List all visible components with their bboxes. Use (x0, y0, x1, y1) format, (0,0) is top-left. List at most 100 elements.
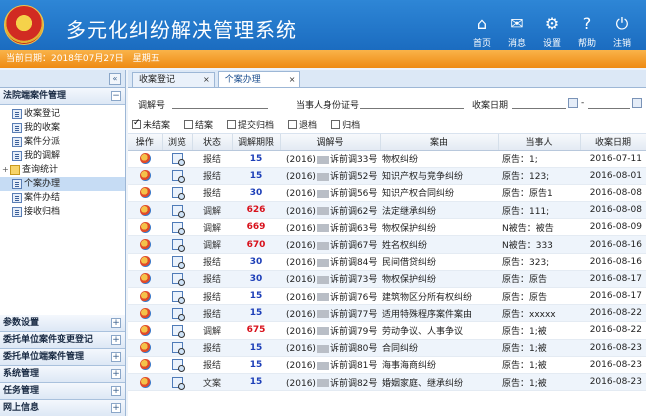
view-document-icon[interactable] (171, 376, 185, 390)
power-icon[interactable]: ⏻ (606, 14, 638, 34)
table-row[interactable]: 文案 15 (2016) 诉前调82号 婚姻家庭、继承纠纷 原告：1;被 2016-08-2… (128, 373, 646, 392)
party-id-input[interactable] (360, 99, 464, 109)
sidebar-section[interactable]: 网上信息 + (0, 400, 125, 416)
received-date-from-input[interactable] (512, 99, 566, 109)
status-cell: 报结 (192, 356, 232, 374)
home-icon[interactable]: ⌂ (466, 14, 498, 34)
table-row[interactable]: 报结 15 (2016) 诉前调80号 合同纠纷 原告：1;被 2016-08-23 (128, 339, 646, 357)
view-document-icon[interactable] (171, 359, 185, 373)
view-document-icon[interactable] (171, 290, 185, 304)
tree-item-label: 收案登记 (24, 109, 61, 119)
view-document-icon[interactable] (171, 221, 185, 235)
table-row[interactable]: 调解 675 (2016) 诉前调79号 劳动争议、人事争议 原告：1;被 2016-08-… (128, 321, 646, 340)
expand-section-icon[interactable]: + (111, 369, 121, 379)
tab-case-registration[interactable]: 收案登记 × (132, 72, 215, 87)
nav-help[interactable]: ? 帮助 (571, 14, 603, 49)
handle-case-icon[interactable] (139, 221, 151, 233)
view-document-icon[interactable] (171, 170, 185, 184)
status-checkbox[interactable] (132, 118, 141, 129)
status-checkbox[interactable] (331, 120, 341, 129)
view-document-icon[interactable] (171, 153, 185, 167)
handle-case-icon[interactable] (139, 324, 151, 336)
tree-item[interactable]: 案件办结 (0, 191, 125, 205)
status-checkbox[interactable] (288, 120, 298, 129)
status-checkbox[interactable] (184, 120, 194, 129)
view-document-icon[interactable] (171, 342, 185, 356)
calendar-to-icon[interactable] (632, 98, 642, 108)
table-row[interactable]: 报结 15 (2016) 诉前调33号 物权纠纷 原告：1; 2016-07-11 (128, 150, 646, 168)
table-row[interactable]: 报结 15 (2016) 诉前调77号 适用特殊程序案件案由 原告：xxxxx 2016-0… (128, 304, 646, 323)
sidebar-section[interactable]: 系统管理 + (0, 366, 125, 383)
status-checkbox[interactable] (227, 120, 237, 129)
handle-case-icon[interactable] (139, 376, 151, 388)
sidebar-section[interactable]: 任务管理 + (0, 383, 125, 400)
received-date-to-input[interactable] (588, 99, 630, 109)
expand-section-icon[interactable]: + (111, 318, 121, 328)
case-number-cell: (2016) 诉前调81号 (280, 356, 380, 374)
view-document-icon[interactable] (171, 324, 185, 338)
case-cause-cell: 海事海商纠纷 (380, 356, 498, 374)
mediation-term-cell: 15 (232, 339, 280, 357)
panel-court-case-management[interactable]: 法院端案件管理 − (0, 88, 125, 105)
handle-case-icon[interactable] (139, 187, 151, 199)
view-document-icon[interactable] (171, 307, 185, 321)
redacted-court-code (316, 224, 329, 233)
sidebar-section[interactable]: 委托单位案件变更登记 + (0, 332, 125, 349)
table-row[interactable]: 调解 670 (2016) 诉前调67号 姓名权纠纷 N被告：333 2016-08-16 (128, 235, 646, 254)
handle-case-icon[interactable] (139, 153, 151, 165)
view-document-icon[interactable] (171, 204, 185, 218)
tree-item[interactable]: 个案办理 (0, 177, 125, 191)
mediation-no-input[interactable] (172, 99, 268, 109)
expand-icon[interactable]: + (2, 163, 10, 177)
table-row[interactable]: 报结 15 (2016) 诉前调76号 建筑物区分所有权纠纷 原告：原告 2016-08-1… (128, 287, 646, 306)
close-tab-icon[interactable]: × (203, 73, 210, 87)
filter-panel: 调解号 当事人身份证号 收案日期 - 未结案 结案 提交归档 退档 归档 (128, 88, 646, 134)
gear-icon[interactable]: ⚙ (536, 14, 568, 34)
handle-case-icon[interactable] (139, 204, 151, 216)
handle-case-icon[interactable] (139, 307, 151, 319)
view-document-icon[interactable] (171, 273, 185, 287)
view-document-icon[interactable] (171, 239, 185, 253)
handle-case-icon[interactable] (139, 256, 151, 268)
table-row[interactable]: 报结 15 (2016) 诉前调52号 知识产权与竞争纠纷 原告：123; 2016-08-… (128, 167, 646, 185)
nav-gear[interactable]: ⚙ 设置 (536, 14, 568, 49)
tree-item[interactable]: + 查询统计 (0, 163, 125, 177)
tree-item[interactable]: 接收归档 (0, 205, 125, 219)
close-tab-icon[interactable]: × (289, 73, 296, 87)
table-row[interactable]: 调解 669 (2016) 诉前调63号 物权保护纠纷 N被告：被告 2016-08-09 (128, 218, 646, 237)
mail-icon[interactable]: ✉ (501, 14, 533, 34)
party-cell: 原告：1;被 (498, 321, 580, 340)
expand-section-icon[interactable]: + (111, 386, 121, 396)
table-row[interactable]: 报结 15 (2016) 诉前调81号 海事海商纠纷 原告：1;被 2016-08-23 (128, 356, 646, 374)
handle-case-icon[interactable] (139, 239, 151, 251)
table-row[interactable]: 调解 626 (2016) 诉前调62号 法定继承纠纷 原告：111; 2016-08-08 (128, 201, 646, 220)
nav-home[interactable]: ⌂ 首页 (466, 14, 498, 49)
table-row[interactable]: 报结 30 (2016) 诉前调73号 物权保护纠纷 原告：原告 2016-08-17 (128, 270, 646, 289)
handle-case-icon[interactable] (139, 359, 151, 371)
handle-case-icon[interactable] (139, 170, 151, 182)
sidebar-section[interactable]: 参数设置 + (0, 315, 125, 332)
view-document-icon[interactable] (171, 187, 185, 201)
help-icon[interactable]: ? (571, 14, 603, 34)
tree-item[interactable]: 收案登记 (0, 107, 125, 121)
handle-case-icon[interactable] (139, 290, 151, 302)
nav-power[interactable]: ⏻ 注销 (606, 14, 638, 49)
view-document-icon[interactable] (171, 256, 185, 270)
calendar-from-icon[interactable] (568, 98, 578, 108)
tree-item[interactable]: 我的收案 (0, 121, 125, 135)
sidebar-section[interactable]: 委托单位端案件管理 + (0, 349, 125, 366)
view-cell (162, 201, 192, 220)
handle-case-icon[interactable] (139, 273, 151, 285)
table-row[interactable]: 报结 30 (2016) 诉前调56号 知识产权合同纠纷 原告：原告1 2016-08-08 (128, 184, 646, 203)
expand-section-icon[interactable]: + (111, 403, 121, 413)
collapse-sidebar-icon[interactable]: « (109, 73, 121, 85)
handle-case-icon[interactable] (139, 342, 151, 354)
tree-item[interactable]: 我的调解 (0, 149, 125, 163)
tree-item[interactable]: 案件分派 (0, 135, 125, 149)
expand-section-icon[interactable]: + (111, 335, 121, 345)
expand-section-icon[interactable]: + (111, 352, 121, 362)
table-row[interactable]: 报结 30 (2016) 诉前调84号 民间借贷纠纷 原告：323; 2016-08-16 (128, 253, 646, 271)
collapse-panel-icon[interactable]: − (111, 91, 121, 101)
tab-case-handling[interactable]: 个案办理 × (217, 71, 301, 87)
nav-mail[interactable]: ✉ 消息 (501, 14, 533, 49)
